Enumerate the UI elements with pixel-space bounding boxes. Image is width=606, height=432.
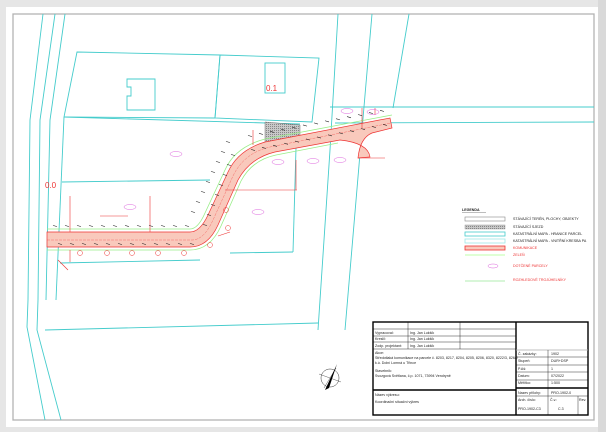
legend-item-parcel-border: KATASTRÁLNÍ MAPA - HRANICE PARCEL (513, 232, 582, 236)
legend-item-driveway: STÁVAJÍCÍ SJEZD (513, 225, 544, 229)
value-arch-cislo: PRO-1902-C3 (518, 407, 541, 411)
legend-item-road: KOMUNIKACE (513, 246, 538, 250)
legend-item-sight-triangles: ROZHLEDOVÉ TROJÚHELNÍKY (513, 277, 567, 282)
value-akce-line2: k.ú. Dolní Lomná u Třince (375, 361, 416, 365)
legend-item-parcels: DOTČENÉ PARCELY (513, 263, 548, 268)
object-label-00: 0.0 (45, 181, 57, 190)
label-kreslil: Kreslil: (375, 337, 386, 341)
label-meritko: Měřítko: (518, 381, 531, 385)
label-arch-cislo: Arch. číslo: (518, 398, 536, 402)
value-zakazka: 1902 (551, 352, 559, 356)
scrollbar[interactable] (598, 0, 606, 432)
label-datum: Datum: (518, 374, 530, 378)
legend-item-inner-drawing: KATASTRÁLNÍ MAPA - VNITŘNÍ KRESBA PA (513, 238, 587, 243)
object-label-01: 0.1 (266, 84, 278, 93)
value-cv: C.3 (558, 407, 564, 411)
value-archiv: PRO-1902-0 (551, 391, 571, 395)
label-vypracoval: Vypracoval: (375, 331, 394, 335)
legend-title: LEGENDA (462, 208, 480, 212)
drawing-canvas: 0.1 0.0 LEGENDA STÁVAJÍCÍ TERÉN, PLOCHY,… (6, 0, 606, 432)
label-stupen: Stupeň: (518, 359, 530, 363)
value-datum: 07/2022 (551, 374, 564, 378)
label-akce: Akce: (375, 351, 384, 355)
legend-item-greenery: ZELEŇ (513, 253, 525, 257)
label-zakazka: Č. zakázky: (518, 351, 537, 356)
value-akce-line1: Středotlaká komunikace na parcele č. 820… (375, 356, 518, 360)
value-pare: 1 (551, 367, 553, 371)
value-kreslil: Ing. Jan Lukšík (410, 337, 434, 341)
value-zodp: Ing. Jan Lukšík (410, 344, 434, 348)
sheet (6, 7, 601, 427)
value-meritko: 1:500 (551, 381, 560, 385)
legend-item-terrain: STÁVAJÍCÍ TERÉN, PLOCHY, OBJEKTY (513, 216, 579, 221)
label-cv: Č.v.: (550, 397, 557, 402)
value-stupen: DUR+DSP (551, 359, 569, 363)
label-archiv: Nazev přílohy: (518, 391, 541, 395)
label-stavebnik: Stavebník: (375, 369, 392, 373)
value-stavebnik: Svozgová Světlana, č.p. 1071, 73994 Vend… (375, 374, 451, 378)
value-nazev: Koordinační situační výkres (375, 400, 419, 404)
label-nazev: Název výkresu: (375, 393, 400, 397)
value-vypracoval: Ing. Jan Lukšík (410, 331, 434, 335)
label-rev: Rev. (579, 398, 586, 402)
label-pare: P.Aš: (518, 367, 526, 371)
label-zodp: Zodp. projektant: (375, 344, 402, 348)
